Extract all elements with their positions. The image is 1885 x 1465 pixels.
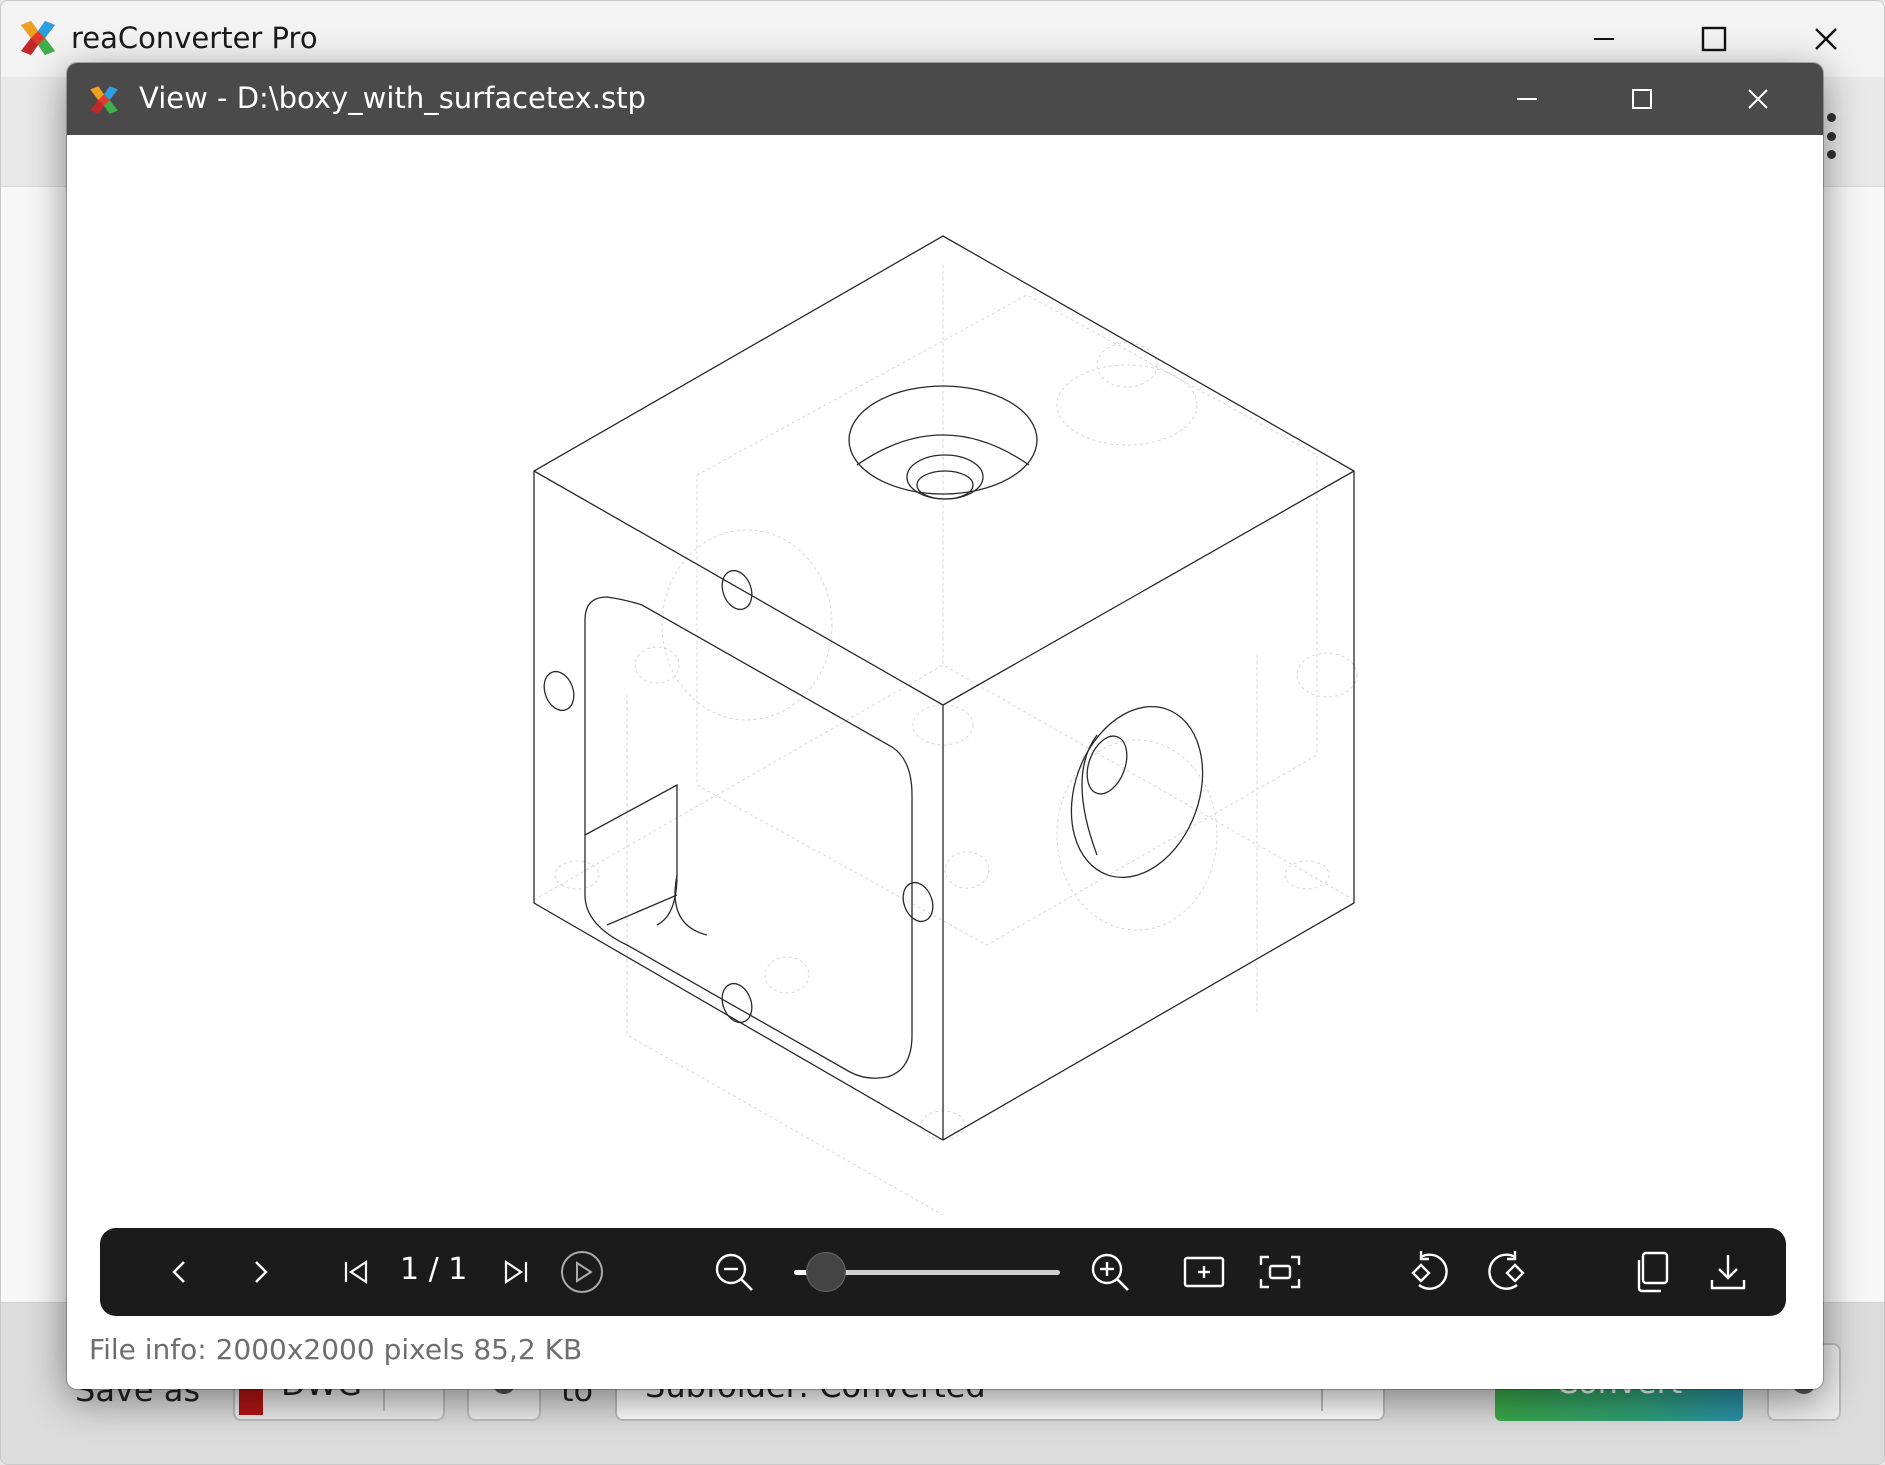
chevron-right-icon (255, 1261, 268, 1283)
file-info: File info: 2000x2000 pixels 85,2 KB (89, 1333, 583, 1366)
minimize-icon (1517, 98, 1537, 100)
fit-to-window-button[interactable] (1174, 1242, 1234, 1302)
slideshow-button[interactable] (552, 1242, 612, 1302)
close-icon (1815, 28, 1837, 50)
rotate-right-icon (1488, 1251, 1525, 1290)
rotate-left-icon (1411, 1251, 1448, 1290)
viewer-close-button[interactable] (1703, 63, 1813, 135)
chevron-left-icon (172, 1261, 185, 1283)
more-options-icon[interactable] (1823, 113, 1839, 159)
rotate-right-button[interactable] (1476, 1242, 1536, 1302)
first-page-button[interactable] (326, 1242, 386, 1302)
app-logo-icon (21, 21, 55, 55)
zoom-in-button[interactable] (1080, 1242, 1140, 1302)
previous-button[interactable] (150, 1242, 210, 1302)
cad-wireframe-image (533, 235, 1358, 1216)
app-title: reaConverter Pro (71, 21, 318, 55)
zoom-out-button[interactable] (704, 1242, 764, 1302)
minimize-icon (1594, 38, 1614, 40)
zoom-out-icon (715, 1253, 753, 1291)
viewer-title: View - D:\boxy_with_surfacetex.stp (139, 81, 646, 115)
download-icon (1710, 1255, 1746, 1290)
zoom-slider-thumb[interactable] (805, 1252, 846, 1292)
close-icon (1748, 89, 1768, 109)
last-page-icon (504, 1259, 528, 1285)
viewer-titlebar: View - D:\boxy_with_surfacetex.stp (67, 63, 1823, 135)
image-canvas[interactable] (67, 135, 1823, 1310)
next-button[interactable] (230, 1242, 290, 1302)
page-counter: 1 / 1 (400, 1252, 468, 1287)
viewer-maximize-button[interactable] (1587, 63, 1697, 135)
last-page-button[interactable] (486, 1242, 546, 1302)
maximize-icon (1632, 89, 1652, 109)
viewer-minimize-button[interactable] (1472, 63, 1582, 135)
zoom-in-icon (1091, 1253, 1129, 1291)
play-icon (561, 1251, 603, 1293)
copy-button[interactable] (1622, 1242, 1682, 1302)
actual-size-icon (1259, 1255, 1301, 1289)
viewer-window: View - D:\boxy_with_surfacetex.stp 1 / 1… (67, 63, 1823, 1389)
maximize-icon (1701, 26, 1727, 52)
save-download-button[interactable] (1698, 1242, 1758, 1302)
fit-screen-icon (1183, 1256, 1225, 1288)
viewer-toolbar: 1 / 1 (100, 1228, 1786, 1316)
rotate-left-button[interactable] (1400, 1242, 1460, 1302)
first-page-icon (344, 1259, 368, 1285)
copy-icon (1637, 1251, 1669, 1293)
actual-size-button[interactable] (1250, 1242, 1310, 1302)
app-logo-icon (90, 86, 118, 114)
